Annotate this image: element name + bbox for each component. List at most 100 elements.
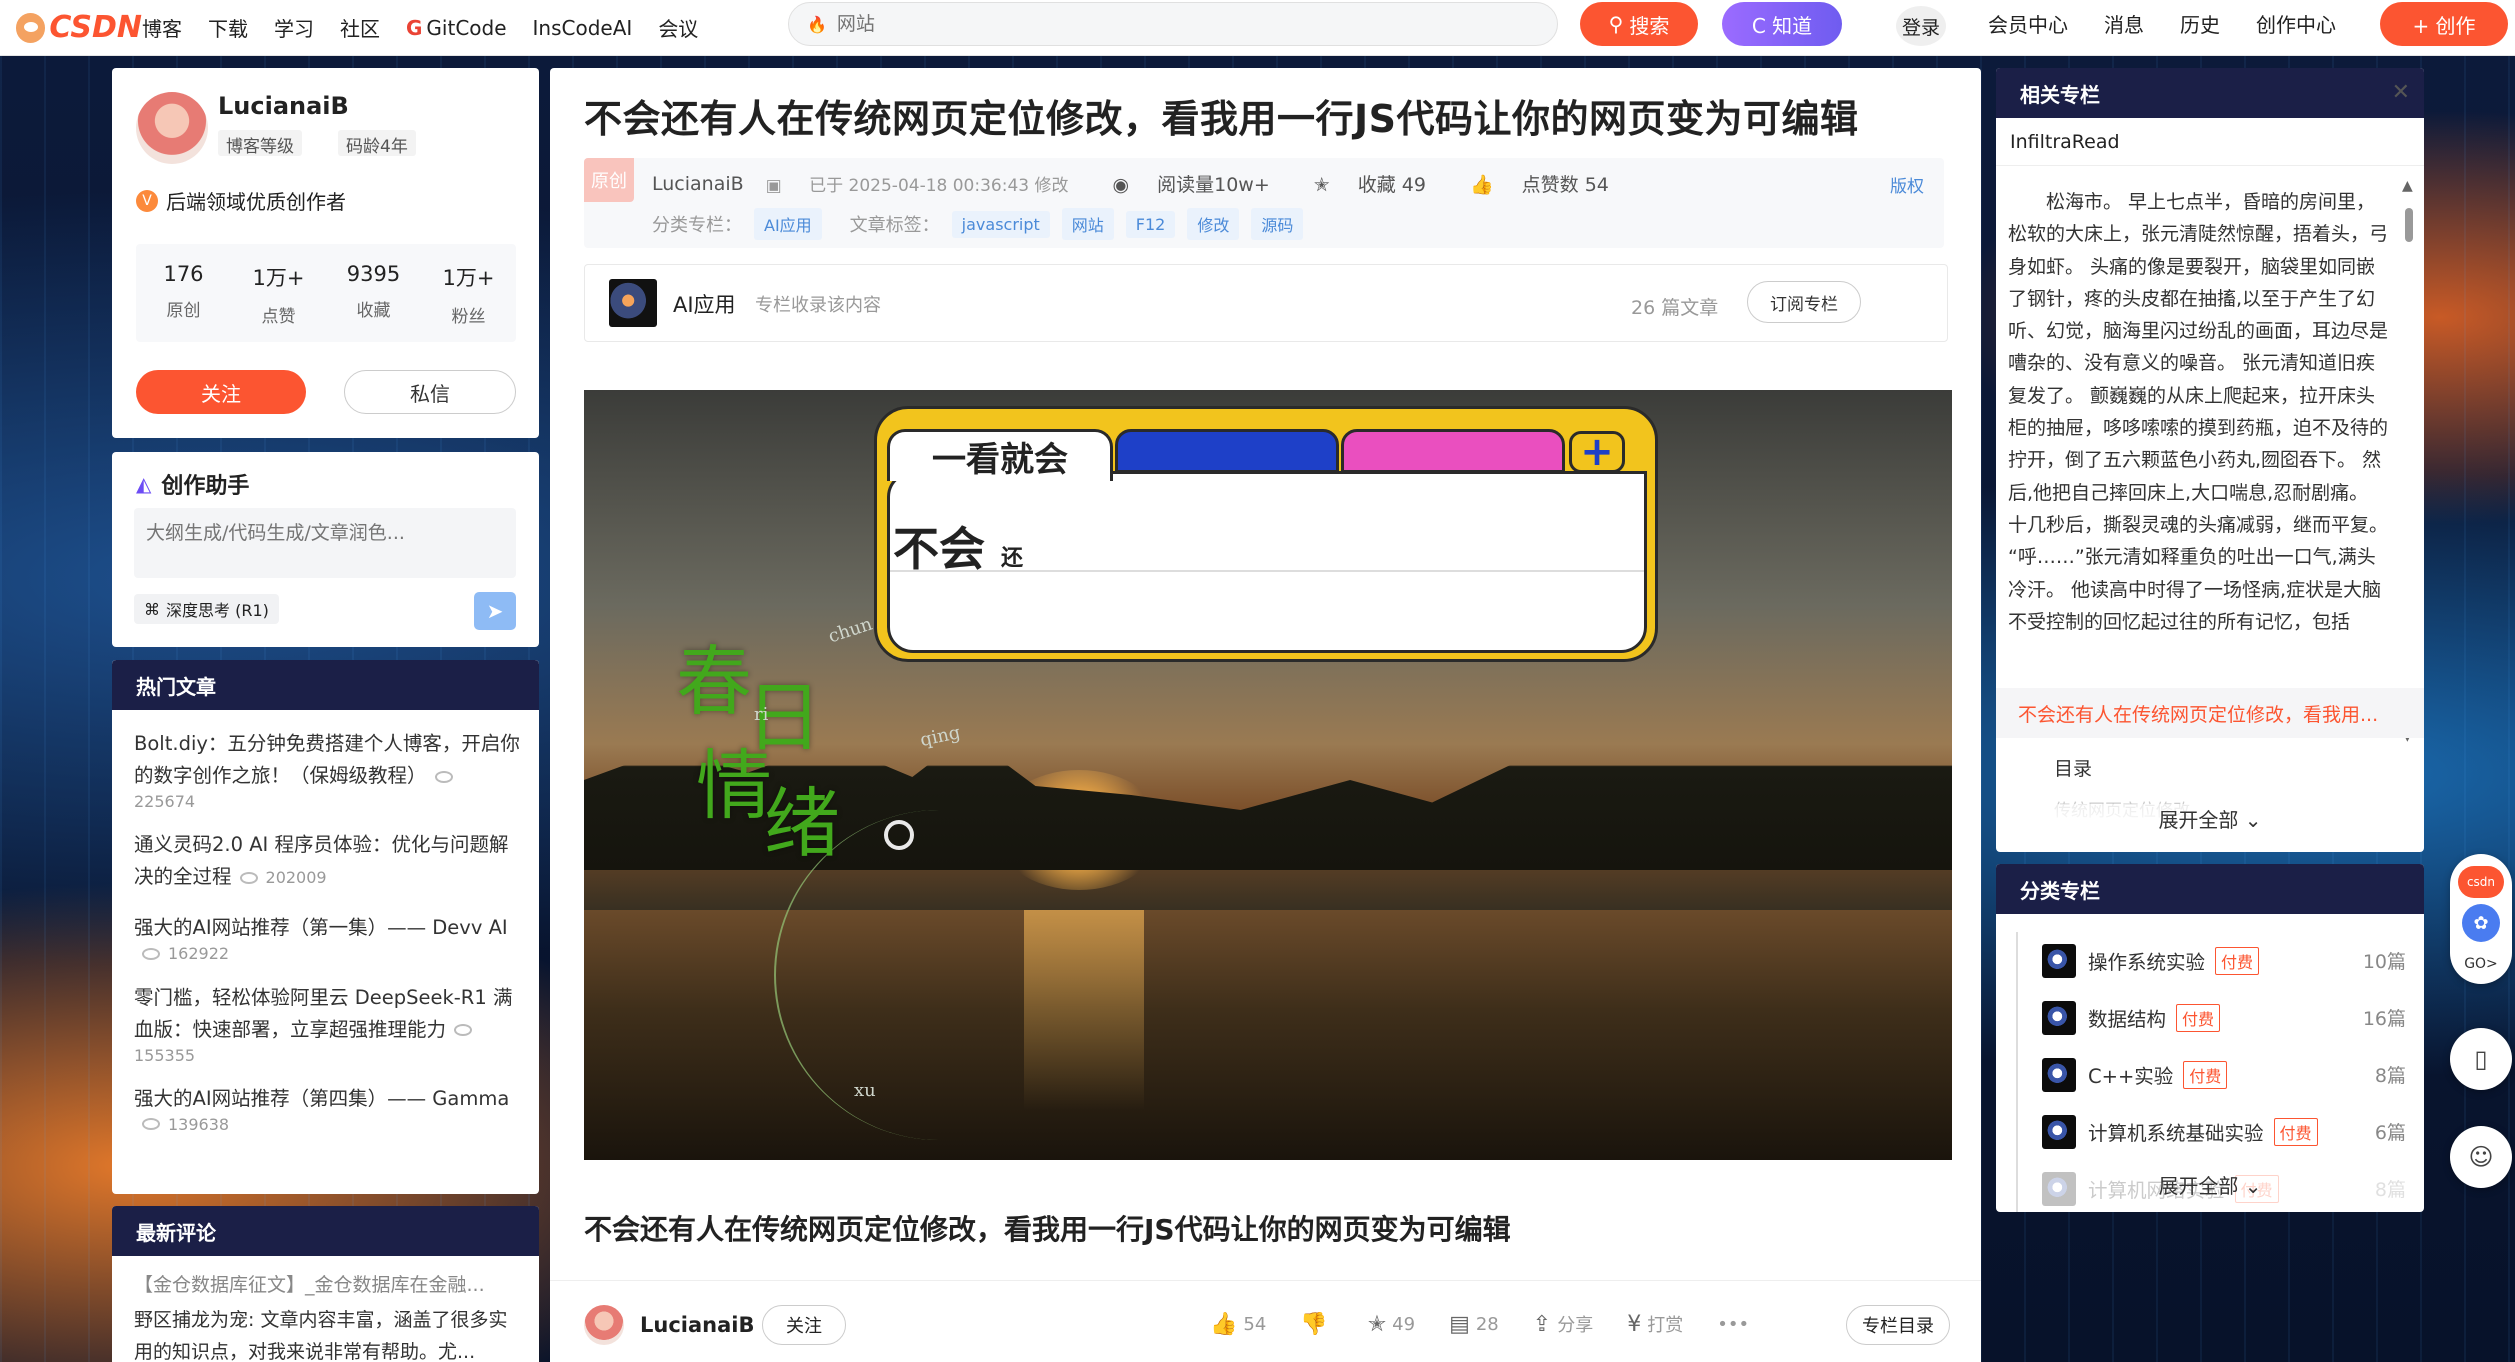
nav-history[interactable]: 历史: [2180, 9, 2220, 38]
article-hero-image: 一看就会 + 不会 还 春 日 情 绪 chun ri qing xu: [584, 390, 1952, 1160]
meta-date: ▣ 已于 2025-04-18 00:36:43 修改: [765, 176, 1069, 196]
create-button[interactable]: + 创作: [2380, 2, 2508, 46]
column-name[interactable]: AI应用: [673, 289, 736, 319]
related-toc[interactable]: 目录: [2054, 754, 2092, 781]
reader-window-title: InfiltraRead: [1996, 118, 2424, 166]
stat-likes[interactable]: 1万+ 点赞: [231, 244, 326, 342]
nav-download[interactable]: 下载: [208, 13, 248, 42]
dislike-button[interactable]: 👎: [1300, 1312, 1333, 1337]
reader-scrollbar[interactable]: ▲ ▼: [2402, 178, 2416, 748]
expand-all-button[interactable]: 展开全部 ⌄: [1996, 804, 2424, 833]
author-name[interactable]: LucianaiB: [218, 92, 349, 120]
search-box[interactable]: 🔥: [788, 2, 1558, 46]
nav-meeting[interactable]: 会议: [658, 13, 698, 42]
list-item[interactable]: Bolt.diy：五分钟免费搭建个人博客，开启你的数字创作之旅！（保姆级教程） 2…: [134, 728, 522, 811]
nav-learn[interactable]: 学习: [274, 13, 314, 42]
column-icon: [2042, 1057, 2076, 1092]
stat-favorites[interactable]: 9395 收藏: [326, 244, 421, 342]
share-button[interactable]: ⇪ 分享: [1533, 1311, 1593, 1337]
close-icon[interactable]: ✕: [2392, 80, 2410, 105]
poem-char: 春: [676, 637, 752, 726]
nav-vip[interactable]: 会员中心: [1988, 9, 2068, 38]
eye-icon: [239, 871, 258, 884]
category-item[interactable]: C++实验 付费 8篇: [2018, 1046, 2406, 1103]
related-active-item[interactable]: 不会还有人在传统网页定位修改，看我用...: [1996, 688, 2424, 738]
share-icon: ⇪: [1532, 1311, 1552, 1337]
category-item[interactable]: 操作系统实验 付费 10篇: [2018, 932, 2406, 989]
copyright-link[interactable]: 版权: [1890, 172, 1924, 197]
list-item[interactable]: 强大的AI网站推荐（第一集）—— Devv AI 162922: [134, 912, 522, 964]
search-input[interactable]: [836, 13, 1437, 35]
eye-icon: [142, 947, 160, 960]
toolbar-author[interactable]: LucianaiB: [640, 1313, 754, 1337]
user-nav: 会员中心 消息 历史 创作中心: [1988, 0, 2372, 46]
tag-modify[interactable]: 修改: [1187, 208, 1240, 240]
column-thumbnail[interactable]: [609, 279, 657, 327]
follow-button[interactable]: 关注: [136, 370, 306, 414]
mobile-icon[interactable]: ▯: [2450, 1028, 2512, 1090]
yen-icon: ¥: [1627, 1311, 1642, 1337]
more-button[interactable]: •••: [1717, 1314, 1749, 1335]
list-item[interactable]: 通义灵码2.0 AI 程序员体验：优化与问题解决的全过程 202009: [134, 829, 522, 894]
poem-ring: [884, 820, 914, 850]
message-button[interactable]: 私信: [344, 370, 516, 414]
like-button[interactable]: 👍 54: [1210, 1312, 1266, 1337]
reward-button[interactable]: ¥ 打赏: [1627, 1311, 1683, 1337]
login-button[interactable]: 登录: [1896, 6, 1946, 46]
column-toc-button[interactable]: 专栏目录: [1846, 1305, 1950, 1345]
comment-text[interactable]: 野区捕龙为宠: 文章内容丰富，涵盖了很多实用的知识点，对我来说非常有帮助。尤..…: [134, 1304, 524, 1362]
comment-source[interactable]: 【金仓数据库征文】_金仓数据库在金融...: [134, 1270, 524, 1297]
tag-source[interactable]: 源码: [1251, 208, 1304, 240]
meta-likes[interactable]: 👍 点赞数 54: [1470, 170, 1631, 197]
nav-messages[interactable]: 消息: [2104, 9, 2144, 38]
list-item[interactable]: 强大的AI网站推荐（第四集）—— Gamma 139638: [134, 1083, 522, 1135]
floating-csdn-widget[interactable]: csdn ✿ GO>: [2450, 854, 2512, 984]
toolbar-follow-button[interactable]: 关注: [762, 1305, 846, 1345]
assistant-title: ◭ 创作助手: [136, 472, 250, 499]
assistant-input[interactable]: [134, 508, 516, 578]
avatar[interactable]: [136, 92, 208, 164]
illustration-typing: 不会 还: [893, 522, 1024, 576]
subscribe-column-button[interactable]: 订阅专栏: [1747, 281, 1861, 323]
meta-author[interactable]: LucianaiB: [652, 173, 744, 195]
nav-inscodeai[interactable]: InsCodeAI: [533, 16, 633, 40]
c-zhidao-button[interactable]: C 知道: [1722, 2, 1842, 46]
csdn-logo[interactable]: CSDN: [16, 10, 142, 45]
category-tag[interactable]: AI应用: [754, 208, 822, 240]
latest-comments-title: 最新评论: [112, 1206, 539, 1256]
star-icon: ✭: [1367, 1311, 1387, 1337]
category-item[interactable]: 数据结构 付费 16篇: [2018, 989, 2406, 1046]
nav-blog[interactable]: 博客: [142, 13, 182, 42]
hot-articles: 热门文章 Bolt.diy：五分钟免费搭建个人博客，开启你的数字创作之旅！（保姆…: [112, 660, 539, 1194]
main-nav: 博客 下载 学习 社区 G GitCode InsCodeAI 会议: [142, 13, 724, 42]
avatar[interactable]: [584, 1305, 624, 1345]
author-stats: 176 原创 1万+ 点赞 9395 收藏 1万+ 粉丝: [136, 244, 516, 342]
tag-f12[interactable]: F12: [1125, 210, 1176, 238]
column-card: AI应用 专栏收录该内容 26 篇文章 订阅专栏: [584, 264, 1948, 342]
scroll-thumb[interactable]: [2405, 208, 2413, 242]
tags-label: 文章标签：: [849, 215, 940, 236]
deep-think-toggle[interactable]: ⌘ 深度思考 (R1): [134, 594, 279, 624]
stat-original[interactable]: 176 原创: [136, 244, 231, 342]
meta-favs[interactable]: ✭ 收藏 49: [1314, 170, 1448, 197]
favorite-button[interactable]: ✭ 49: [1368, 1312, 1415, 1337]
expand-all-categories-button[interactable]: 展开全部 ⌄: [1996, 1170, 2424, 1199]
category-item[interactable]: 计算机系统基础实验 付费 6篇: [2018, 1103, 2406, 1160]
stat-fans[interactable]: 1万+ 粉丝: [421, 244, 516, 342]
chat-icon[interactable]: ☺: [2450, 1126, 2512, 1188]
eye-icon: ◉: [1112, 174, 1136, 196]
send-icon[interactable]: ➤: [474, 592, 516, 630]
nav-gitcode[interactable]: G GitCode: [406, 16, 507, 40]
tag-website[interactable]: 网站: [1061, 208, 1114, 240]
scroll-up-icon[interactable]: ▲: [2402, 178, 2413, 194]
column-count: 26 篇文章: [1631, 297, 1719, 319]
meta-reads: ◉ 阅读量10w+: [1112, 174, 1270, 196]
list-item[interactable]: 零门槛，轻松体验阿里云 DeepSeek-R1 满血版：快速部署，立享超强推理能…: [134, 982, 522, 1065]
hot-fire-icon: 🔥: [807, 14, 827, 34]
nav-creator-center[interactable]: 创作中心: [2256, 9, 2336, 38]
thumb-down-icon: 👎: [1300, 1311, 1328, 1337]
tag-javascript[interactable]: javascript: [951, 210, 1050, 238]
search-button[interactable]: ⚲ 搜索: [1580, 2, 1698, 46]
comment-button[interactable]: ▤ 28: [1449, 1312, 1499, 1337]
nav-community[interactable]: 社区: [340, 13, 380, 42]
